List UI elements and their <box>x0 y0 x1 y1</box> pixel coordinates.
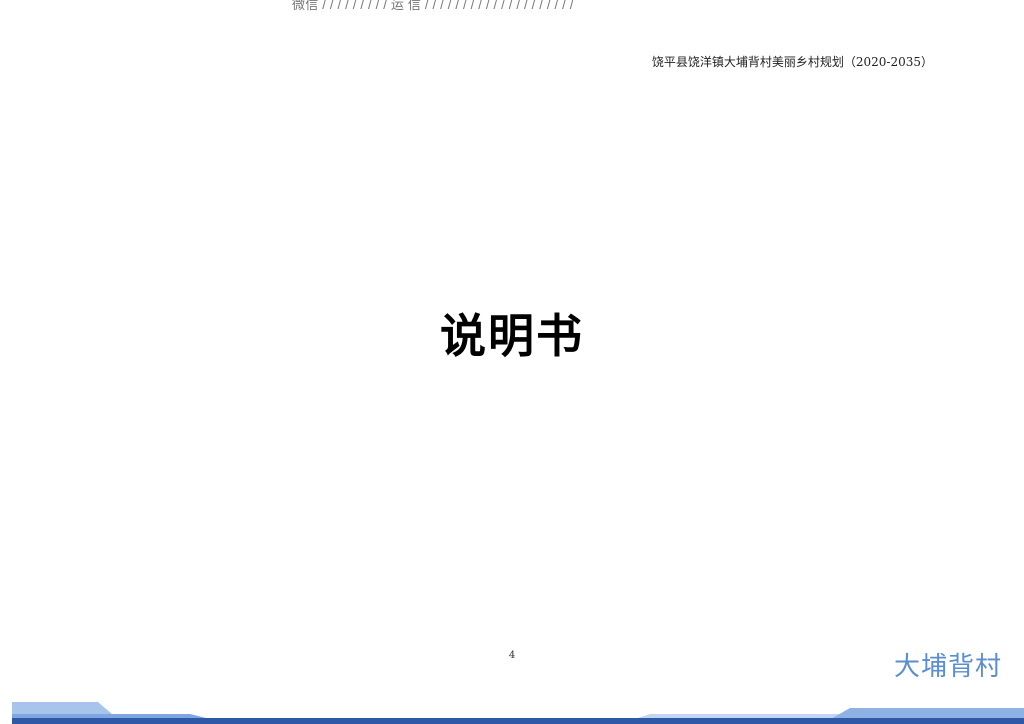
footer-band-bottom-bar <box>12 718 1024 724</box>
page-title: 说明书 <box>440 309 584 363</box>
footer-decorative-band <box>12 702 1024 724</box>
document-header-title: 饶平县饶洋镇大埔背村美丽乡村规划（2020-2035） <box>651 55 933 69</box>
footer-band-left-light <box>12 702 112 714</box>
page-number: 4 <box>508 650 516 661</box>
watermark-text: 微信 / / / / / / / / / 运 信 / / / / / / / /… <box>292 0 574 12</box>
